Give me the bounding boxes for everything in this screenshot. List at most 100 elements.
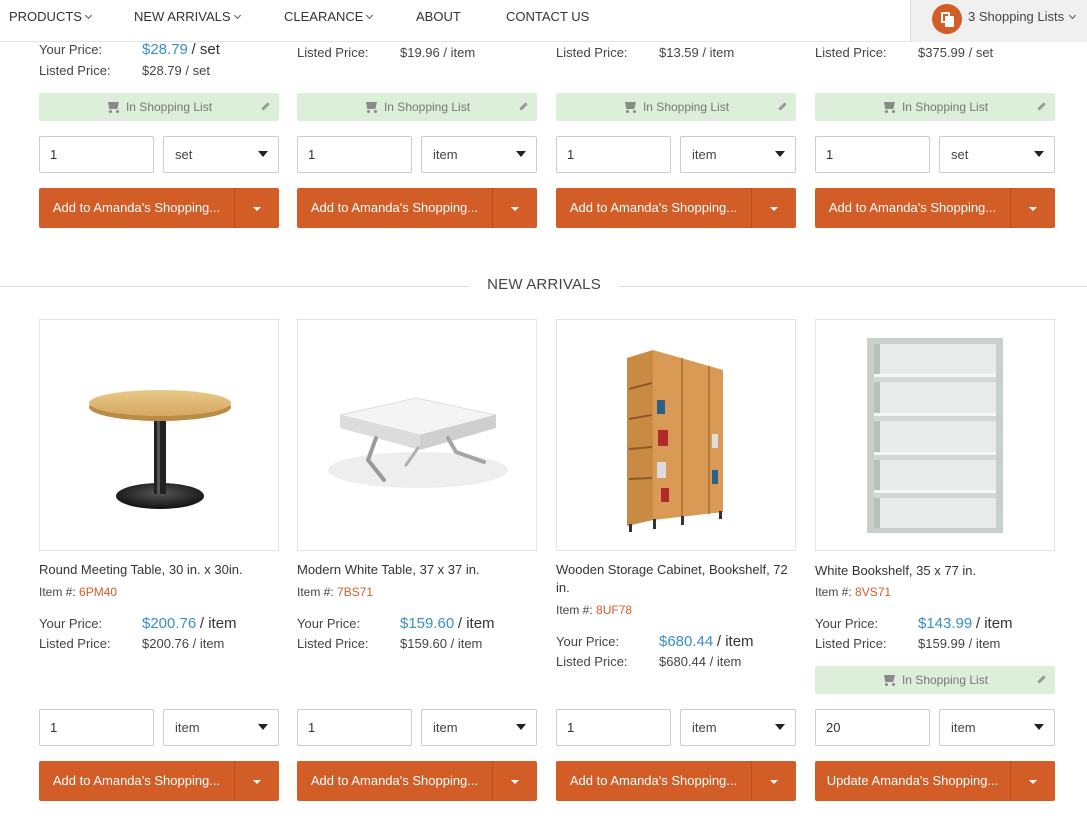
quantity-input[interactable] xyxy=(815,136,930,173)
nav-products[interactable]: PRODUCTS xyxy=(9,0,92,36)
listed-price-row: Listed Price: $28.79 / set xyxy=(39,63,210,78)
unit-select[interactable]: item xyxy=(421,709,537,746)
listed-price-value: $680.44 / item xyxy=(659,654,742,669)
white-table-image[interactable] xyxy=(297,319,537,551)
shopping-lists-button[interactable]: 3 Shopping Lists xyxy=(910,0,1087,42)
add-to-list-dropdown-toggle[interactable] xyxy=(235,188,279,228)
edit-pencil-icon[interactable] xyxy=(778,102,787,111)
unit-select[interactable]: item xyxy=(163,709,279,746)
nav-new-arrivals[interactable]: NEW ARRIVALS xyxy=(134,0,241,36)
quantity-input[interactable] xyxy=(39,709,154,746)
product-name[interactable]: Round Meeting Table, 30 in. x 30in. xyxy=(39,561,279,579)
cart-icon xyxy=(882,675,896,686)
nav-contact-us[interactable]: CONTACT US xyxy=(506,0,589,36)
listed-price-value: $19.96 / item xyxy=(400,45,476,60)
product-name[interactable]: Wooden Storage Cabinet, Bookshelf, 72 in… xyxy=(556,561,796,597)
update-list-button[interactable]: Update Amanda's Shopping... xyxy=(815,761,1055,801)
section-divider xyxy=(0,286,470,287)
in-shopping-list-badge[interactable]: In Shopping List xyxy=(815,93,1055,121)
listed-price-value: $28.79 / set xyxy=(142,63,210,78)
item-number: Item #: 8UF78 xyxy=(556,603,633,617)
in-shopping-list-badge[interactable]: In Shopping List xyxy=(39,93,279,121)
add-to-list-button[interactable]: Add to Amanda's Shopping... xyxy=(39,761,279,801)
chevron-down-icon xyxy=(233,11,241,20)
quantity-input[interactable] xyxy=(39,136,154,173)
caret-down-icon xyxy=(516,151,526,157)
caret-down-icon xyxy=(770,207,778,211)
caret-down-icon xyxy=(1034,724,1044,730)
in-shopping-list-badge[interactable]: In Shopping List xyxy=(556,93,796,121)
quantity-input[interactable] xyxy=(297,709,412,746)
nav-clearance[interactable]: CLEARANCE xyxy=(284,0,374,36)
item-number: Item #: 7BS71 xyxy=(297,585,374,599)
top-navigation: PRODUCTS NEW ARRIVALS CLEARANCE ABOUT CO… xyxy=(0,0,1087,42)
product-name[interactable]: White Bookshelf, 35 x 77 in. xyxy=(815,562,1055,580)
edit-pencil-icon[interactable] xyxy=(1037,102,1046,111)
section-title: NEW ARRIVALS xyxy=(487,276,601,293)
quantity-input[interactable] xyxy=(556,136,671,173)
white-bookshelf-image[interactable] xyxy=(815,319,1055,551)
wooden-cabinet-image[interactable] xyxy=(556,319,796,551)
add-to-list-dropdown-toggle[interactable] xyxy=(752,761,796,801)
nav-products-label: PRODUCTS xyxy=(9,9,82,24)
add-to-list-dropdown-toggle[interactable] xyxy=(1011,188,1055,228)
edit-pencil-icon[interactable] xyxy=(261,102,270,111)
caret-down-icon xyxy=(258,724,268,730)
listed-price-row: Listed Price: $19.96 / item xyxy=(297,45,476,60)
chevron-down-icon xyxy=(1069,11,1077,20)
nav-clearance-label: CLEARANCE xyxy=(284,9,364,24)
caret-down-icon xyxy=(775,724,785,730)
round-table-image[interactable] xyxy=(39,319,279,551)
add-to-list-button[interactable]: Add to Amanda's Shopping... xyxy=(556,761,796,801)
item-code: 7BS71 xyxy=(337,585,374,599)
add-to-list-button[interactable]: Add to Amanda's Shopping... xyxy=(556,188,796,228)
listed-price-row: Listed Price: $200.76 / item xyxy=(39,636,225,651)
nav-new-arrivals-label: NEW ARRIVALS xyxy=(134,9,231,24)
add-to-list-dropdown-toggle[interactable] xyxy=(493,761,537,801)
listed-price-value: $375.99 / set xyxy=(918,45,994,60)
add-to-list-dropdown-toggle[interactable] xyxy=(493,188,537,228)
add-to-list-button[interactable]: Add to Amanda's Shopping... xyxy=(815,188,1055,228)
in-shopping-list-badge[interactable]: In Shopping List xyxy=(297,93,537,121)
your-price-value: $159.60 xyxy=(400,615,455,632)
listed-price-value: $200.76 / item xyxy=(142,636,225,651)
caret-down-icon xyxy=(258,151,268,157)
listed-price-value: $13.59 / item xyxy=(659,45,735,60)
item-code: 8UF78 xyxy=(596,603,633,617)
unit-select[interactable]: item xyxy=(680,136,796,173)
unit-select[interactable]: set xyxy=(939,136,1055,173)
listed-price-row: Listed Price: $159.99 / item xyxy=(815,636,1001,651)
edit-pencil-icon[interactable] xyxy=(519,102,528,111)
item-code: 8VS71 xyxy=(855,585,892,599)
add-to-list-button[interactable]: Add to Amanda's Shopping... xyxy=(297,188,537,228)
unit-select[interactable]: item xyxy=(939,709,1055,746)
your-price-value: $28.79 xyxy=(142,41,188,58)
your-price-value: $143.99 xyxy=(918,615,973,632)
add-to-list-dropdown-toggle[interactable] xyxy=(235,761,279,801)
chevron-down-icon xyxy=(84,11,92,20)
your-price-row: Your Price: $680.44 / item xyxy=(556,633,754,650)
nav-about[interactable]: ABOUT xyxy=(416,0,461,36)
add-to-list-button[interactable]: Add to Amanda's Shopping... xyxy=(39,188,279,228)
update-list-dropdown-toggle[interactable] xyxy=(1011,761,1055,801)
quantity-input[interactable] xyxy=(556,709,671,746)
cart-icon xyxy=(106,102,120,113)
unit-select[interactable]: set xyxy=(163,136,279,173)
caret-down-icon xyxy=(1029,780,1037,784)
listed-price-row: Listed Price: $13.59 / item xyxy=(556,45,735,60)
quantity-input[interactable] xyxy=(297,136,412,173)
product-name[interactable]: Modern White Table, 37 x 37 in. xyxy=(297,561,537,579)
your-price-value: $680.44 xyxy=(659,633,714,650)
add-to-list-button[interactable]: Add to Amanda's Shopping... xyxy=(297,761,537,801)
nav-about-label: ABOUT xyxy=(416,9,461,24)
unit-select[interactable]: item xyxy=(680,709,796,746)
quantity-input[interactable] xyxy=(815,709,930,746)
section-divider xyxy=(618,286,1087,287)
unit-select[interactable]: item xyxy=(421,136,537,173)
add-to-list-dropdown-toggle[interactable] xyxy=(752,188,796,228)
caret-down-icon xyxy=(253,207,261,211)
edit-pencil-icon[interactable] xyxy=(1037,675,1046,684)
your-price-row: Your Price: $200.76 / item xyxy=(39,615,237,632)
cart-icon xyxy=(623,102,637,113)
in-shopping-list-badge[interactable]: In Shopping List xyxy=(815,666,1055,694)
